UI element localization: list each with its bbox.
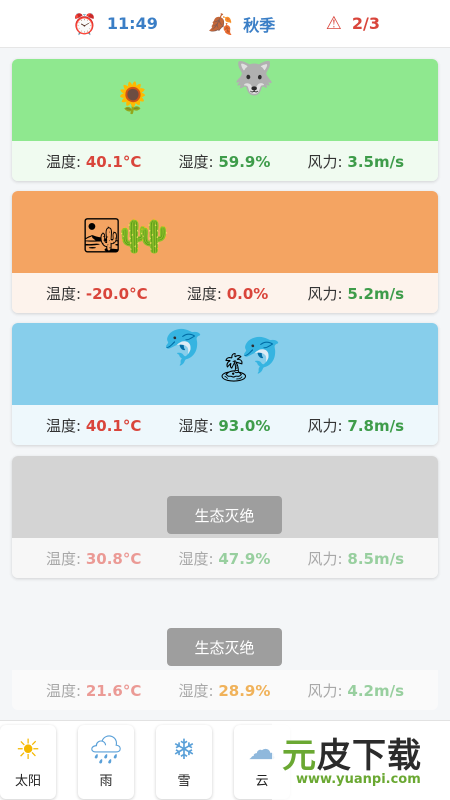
ecosystem-stats: 温度: -20.0°C 湿度: 0.0% 风力: 5.2m/s	[12, 273, 438, 313]
ecosystem-card[interactable]: 🏜 🌵 🌵 温度: -20.0°C 湿度: 0.0% 风力: 5.2m/s	[12, 191, 438, 313]
ecosystem-card[interactable]: 🌻 🐺 温度: 40.1°C 湿度: 59.9% 风力: 3.5m/s	[12, 59, 438, 181]
temperature-label: 温度:	[46, 416, 82, 435]
tool-label: 云	[255, 773, 269, 789]
humidity-label: 湿度:	[178, 416, 214, 435]
watermark-text-a: 元	[282, 736, 317, 776]
lives-text: 2/3	[351, 14, 380, 33]
ecosystem-card-extinct[interactable]: 生态灭绝 温度: 21.6°C 湿度: 28.9% 风力: 4.2m/s	[12, 588, 438, 710]
humidity-stat: 湿度: 59.9%	[179, 151, 271, 172]
humidity-value: 0.0%	[226, 284, 269, 303]
tool-sun-button[interactable]: ☀ 太阳	[0, 725, 56, 799]
wind-label: 风力:	[307, 681, 343, 700]
ecosystem-stats: 温度: 40.1°C 湿度: 59.9% 风力: 3.5m/s	[12, 141, 438, 181]
wind-stat: 风力: 7.8m/s	[308, 415, 404, 436]
temperature-stat: 温度: 30.8°C	[46, 548, 141, 569]
time-display: ⏰ 11:49	[72, 14, 158, 34]
temperature-label: 温度:	[46, 152, 82, 171]
ecosystem-stats: 温度: 40.1°C 湿度: 93.0% 风力: 7.8m/s	[12, 405, 438, 445]
wind-stat: 风力: 5.2m/s	[308, 283, 404, 304]
temperature-value: 30.8°C	[85, 549, 142, 568]
wind-label: 风力:	[307, 416, 343, 435]
dolphin-icon: 🐬	[240, 336, 283, 376]
ecosystem-scene[interactable]: 生态灭绝	[12, 456, 438, 538]
sunflower-icon: 🌻	[114, 81, 152, 116]
humidity-label: 湿度:	[178, 152, 214, 171]
humidity-stat: 湿度: 47.9%	[179, 548, 271, 569]
temperature-stat: 温度: 40.1°C	[46, 151, 141, 172]
extinct-badge: 生态灭绝	[167, 496, 282, 534]
wind-value: 5.2m/s	[347, 284, 404, 303]
tool-label: 雪	[177, 773, 191, 789]
wind-value: 4.2m/s	[347, 681, 404, 700]
extinct-badge: 生态灭绝	[167, 628, 282, 666]
humidity-stat: 湿度: 28.9%	[179, 680, 271, 701]
ecosystem-scene[interactable]: 生态灭绝	[12, 588, 438, 670]
temperature-label: 温度:	[46, 549, 82, 568]
ecosystem-card[interactable]: 🐬 🏝 🐬 温度: 40.1°C 湿度: 93.0% 风力: 7.8m/s	[12, 323, 438, 445]
watermark-url: www.yuanpi.com	[296, 772, 421, 787]
tool-snow-button[interactable]: ❄ 雪	[156, 725, 212, 799]
wind-label: 风力:	[307, 284, 343, 303]
temperature-stat: 温度: -20.0°C	[46, 283, 148, 304]
wind-stat: 风力: 4.2m/s	[308, 680, 404, 701]
watermark-logo: 元皮下载	[282, 728, 422, 777]
ecosystem-scene[interactable]: 🐬 🏝 🐬	[12, 323, 438, 405]
ecosystem-stats: 温度: 21.6°C 湿度: 28.9% 风力: 4.2m/s	[12, 670, 438, 710]
humidity-stat: 湿度: 0.0%	[187, 283, 268, 304]
ecosystem-scene[interactable]: 🏜 🌵 🌵	[12, 191, 438, 273]
wind-stat: 风力: 3.5m/s	[308, 151, 404, 172]
wind-value: 8.5m/s	[347, 549, 404, 568]
temperature-value: 40.1°C	[85, 416, 142, 435]
humidity-value: 28.9%	[218, 681, 271, 700]
sun-icon: ☀	[15, 732, 41, 766]
temperature-label: 温度:	[46, 284, 82, 303]
wind-label: 风力:	[307, 152, 343, 171]
lives-display: ⚠ 2/3	[325, 12, 380, 34]
warning-triangle-icon: ⚠	[325, 12, 342, 34]
temperature-value: -20.0°C	[85, 284, 148, 303]
status-header: ⏰ 11:49 🍂 秋季 ⚠ 2/3	[0, 0, 450, 48]
watermark-text-b: 皮下载	[317, 736, 422, 776]
autumn-leaves-icon: 🍂	[208, 11, 234, 36]
alarm-clock-icon: ⏰	[72, 11, 97, 36]
wind-label: 风力:	[307, 549, 343, 568]
tool-label: 太阳	[14, 773, 41, 789]
time-text: 11:49	[106, 14, 158, 33]
dolphin-icon: 🐬	[162, 328, 205, 368]
season-text: 秋季	[243, 15, 276, 35]
wind-value: 3.5m/s	[347, 152, 404, 171]
humidity-label: 湿度:	[186, 284, 222, 303]
humidity-label: 湿度:	[178, 681, 214, 700]
rain-cloud-icon: 🌧	[88, 732, 124, 766]
season-display: 🍂 秋季	[208, 12, 275, 36]
wolf-icon: 🐺	[234, 59, 274, 97]
cactus-icon: 🌵	[134, 217, 174, 255]
snowflake-icon: ❄	[172, 732, 196, 766]
humidity-value: 47.9%	[218, 549, 271, 568]
temperature-value: 40.1°C	[85, 152, 142, 171]
temperature-stat: 温度: 40.1°C	[46, 415, 141, 436]
humidity-value: 59.9%	[218, 152, 271, 171]
ecosystem-card-extinct[interactable]: 生态灭绝 温度: 30.8°C 湿度: 47.9% 风力: 8.5m/s	[12, 456, 438, 578]
wind-value: 7.8m/s	[347, 416, 404, 435]
temperature-label: 温度:	[46, 681, 82, 700]
temperature-value: 21.6°C	[85, 681, 142, 700]
tool-label: 雨	[99, 773, 113, 789]
humidity-value: 93.0%	[218, 416, 271, 435]
humidity-label: 湿度:	[178, 549, 214, 568]
ecosystem-stats: 温度: 30.8°C 湿度: 47.9% 风力: 8.5m/s	[12, 538, 438, 578]
temperature-stat: 温度: 21.6°C	[46, 680, 141, 701]
wind-stat: 风力: 8.5m/s	[308, 548, 404, 569]
tool-rain-button[interactable]: 🌧 雨	[78, 725, 134, 799]
humidity-stat: 湿度: 93.0%	[179, 415, 271, 436]
ecosystem-scene[interactable]: 🌻 🐺	[12, 59, 438, 141]
